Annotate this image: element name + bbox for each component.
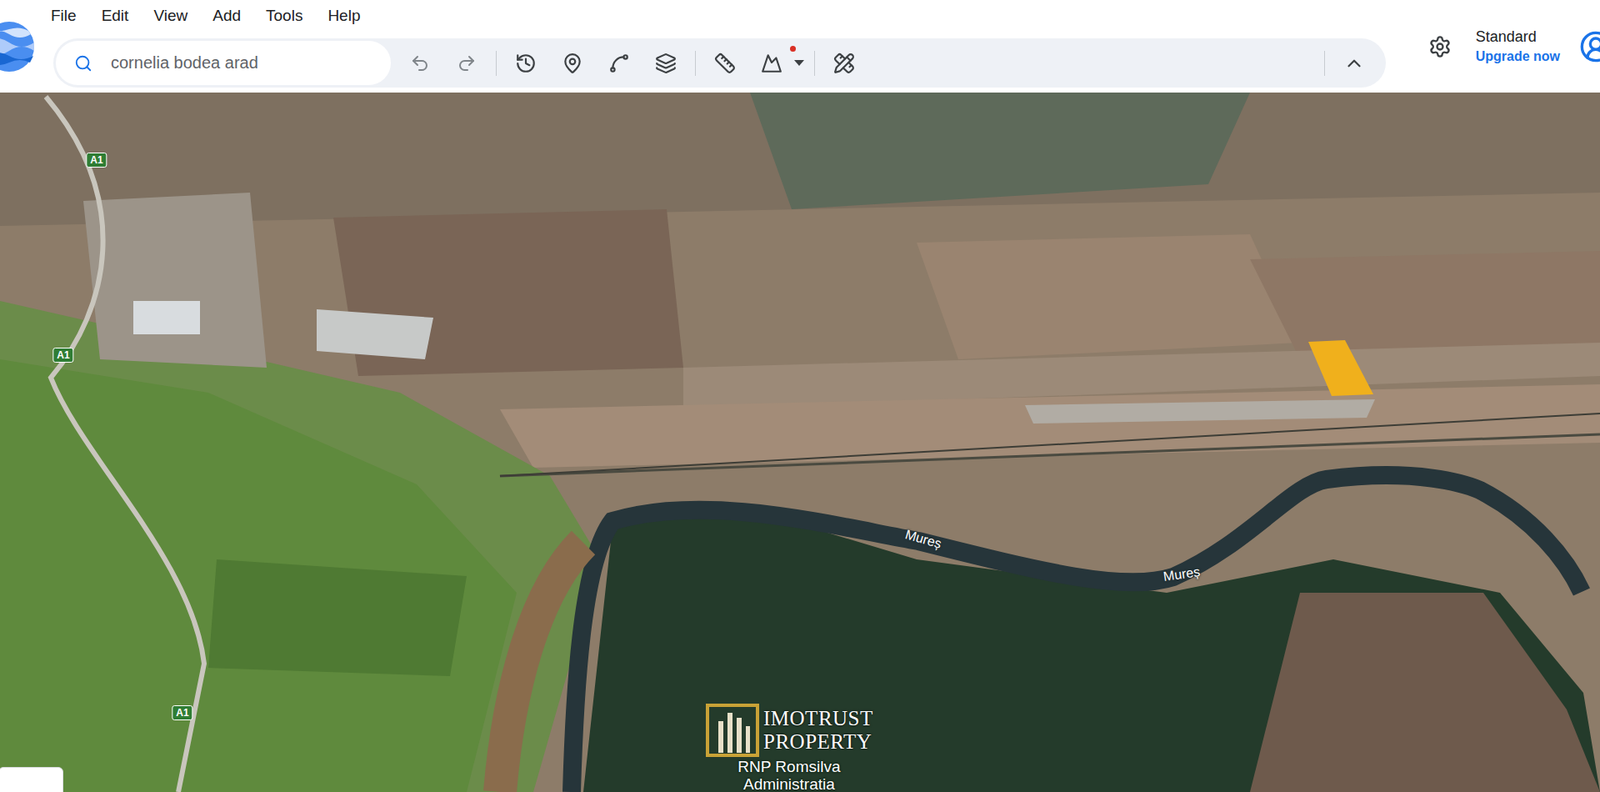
measure-button[interactable] [705, 44, 745, 83]
add-placemark-button[interactable] [553, 44, 592, 83]
menu-bar: File Edit View Add Tools Help [36, 0, 1395, 31]
ruler-icon [714, 52, 736, 75]
imotrust-logo-icon [705, 702, 760, 758]
highway-shield: A1 [52, 347, 74, 363]
layers-icon [655, 52, 677, 75]
chevron-up-icon [1343, 52, 1365, 75]
google-earth-window: File Edit View Add Tools Help cornelia bodea a… [0, 0, 1600, 792]
toolbar-separator [495, 50, 497, 76]
path-icon [608, 52, 630, 75]
plan-info: Standard Upgrade now [1475, 28, 1560, 65]
toolbar-separator [1324, 50, 1325, 76]
google-earth-logo-icon [0, 20, 35, 73]
app-header: File Edit View Add Tools Help cornelia bodea a… [0, 0, 1600, 93]
terrain-icon [760, 52, 783, 75]
account-cluster: Standard Upgrade now [1394, 0, 1600, 93]
placemark-icon [561, 52, 584, 75]
measure-group [695, 44, 815, 83]
toolbar-separator [695, 50, 696, 76]
place-label: RNP Romsilva [737, 757, 840, 775]
header-main: File Edit View Add Tools Help cornelia bodea a… [36, 0, 1395, 93]
toolbar-separator [814, 50, 815, 76]
parcel-highlight[interactable] [1308, 340, 1374, 396]
toolbar: cornelia bodea arad [53, 38, 1386, 88]
upgrade-link[interactable]: Upgrade now [1475, 49, 1560, 65]
map-style-button[interactable] [646, 44, 685, 83]
place-label: Administratia [743, 775, 835, 792]
dropdown-caret-icon[interactable] [794, 60, 805, 66]
menu-item[interactable]: Tools [265, 6, 303, 25]
tools-icon [833, 52, 855, 75]
collapse-group [1325, 44, 1384, 83]
tools-button[interactable] [825, 44, 864, 83]
highway-shield: A1 [85, 152, 107, 168]
settings-button[interactable] [1420, 27, 1460, 66]
search-value[interactable]: cornelia bodea arad [110, 53, 259, 73]
logo-text: IMOTRUSTPROPERTY [763, 706, 874, 754]
historical-imagery-button[interactable] [506, 44, 545, 83]
gear-icon [1428, 35, 1452, 59]
account-button[interactable] [1576, 27, 1600, 66]
satellite-imagery-icon [0, 92, 1600, 792]
imotrust-logo: IMOTRUSTPROPERTY [705, 702, 874, 758]
menu-item[interactable]: File [50, 6, 77, 25]
terrain-button[interactable] [752, 44, 791, 83]
redo-button[interactable] [447, 44, 486, 83]
highway-shield: A1 [171, 705, 193, 720]
plan-name: Standard [1475, 28, 1560, 46]
menu-item[interactable]: Help [327, 6, 360, 25]
menu-item[interactable]: Edit [101, 6, 130, 25]
account-icon [1579, 30, 1600, 64]
menu-item[interactable]: View [153, 6, 188, 25]
mini-map[interactable] [0, 766, 64, 792]
search-icon [74, 54, 93, 73]
view-group [496, 44, 695, 83]
add-path-button[interactable] [600, 44, 639, 83]
menu-item[interactable]: Add [212, 6, 241, 25]
tools-group [815, 44, 874, 83]
search-box[interactable]: cornelia bodea arad [55, 40, 391, 85]
placemark[interactable]: IMOTRUSTPROPERTY RNP RomsilvaAdministrati… [705, 702, 874, 792]
redo-icon [456, 53, 477, 74]
notification-dot [790, 45, 796, 52]
collapse-toolbar-button[interactable] [1335, 44, 1374, 83]
history-group [390, 44, 496, 83]
history-icon [515, 52, 537, 75]
map-view[interactable]: A1A1A1MureșMureșIMOTRUSTPROPERTYRNP Roms… [0, 92, 1600, 792]
undo-icon [410, 53, 430, 74]
logo-cell [0, 0, 37, 93]
undo-button[interactable] [400, 44, 440, 83]
